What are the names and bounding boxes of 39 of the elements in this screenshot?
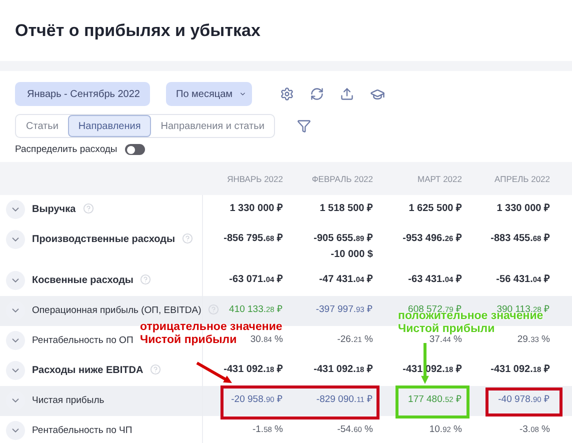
- value-cell: 1 518 500 ₽: [320, 203, 373, 215]
- column-header: ЯНВАРЬ 2022: [226, 174, 284, 184]
- annotation-text: Чистой прибыли: [140, 334, 237, 346]
- toggle-switch[interactable]: [125, 144, 146, 155]
- column-header: ФЕВРАЛЬ 2022: [310, 174, 374, 184]
- period-selector[interactable]: Январь - Сентябрь 2022: [15, 82, 150, 106]
- refresh-icon[interactable]: [310, 87, 324, 101]
- expand-toggle[interactable]: [6, 200, 25, 219]
- value-cell: 1 330 000 ₽: [230, 203, 283, 215]
- row-label: Чистая прибыль: [32, 394, 104, 406]
- expand-toggle[interactable]: [6, 230, 25, 249]
- graduation-cap-icon[interactable]: [370, 86, 385, 102]
- row-label: Расходы ниже EBITDA: [32, 364, 144, 376]
- column-header: АПРЕЛЬ 2022: [494, 174, 551, 184]
- value-cell: -10 000 $: [330, 249, 373, 260]
- row-label: Рентабельность по ЧП: [32, 424, 132, 436]
- row-label: Операционная прибыль (ОП, EBITDA): [32, 304, 202, 316]
- view-tab[interactable]: Направления: [68, 115, 151, 137]
- value-cell: 1 330 000 ₽: [496, 203, 550, 215]
- annotation-text: Чистой прибыли: [398, 323, 495, 335]
- page-title: Отчёт о прибылях и убытках: [15, 20, 260, 40]
- row-label: Выручка: [32, 203, 76, 215]
- grouping-dropdown[interactable]: По месяцам: [166, 82, 252, 106]
- row-label: Рентабельность по ОП: [32, 334, 134, 346]
- toggle-label: Распределить расходы: [15, 144, 118, 155]
- column-header: МАРТ 2022: [416, 174, 463, 184]
- annotation-text: отрицательное значение: [140, 321, 282, 334]
- expand-toggle[interactable]: [6, 271, 25, 290]
- value-cell: 1 625 500 ₽: [408, 203, 462, 215]
- view-tab[interactable]: Статьи: [16, 115, 68, 137]
- expand-toggle[interactable]: [6, 421, 25, 440]
- row-label: Производственные расходы: [32, 233, 176, 245]
- upload-icon[interactable]: [340, 87, 354, 101]
- view-tab[interactable]: Направления и статьи: [150, 115, 274, 137]
- expand-toggle[interactable]: [6, 331, 25, 350]
- expand-toggle[interactable]: [6, 361, 25, 380]
- row-label: Косвенные расходы: [32, 274, 134, 286]
- filter-icon[interactable]: [297, 119, 312, 133]
- settings-icon[interactable]: [280, 87, 294, 101]
